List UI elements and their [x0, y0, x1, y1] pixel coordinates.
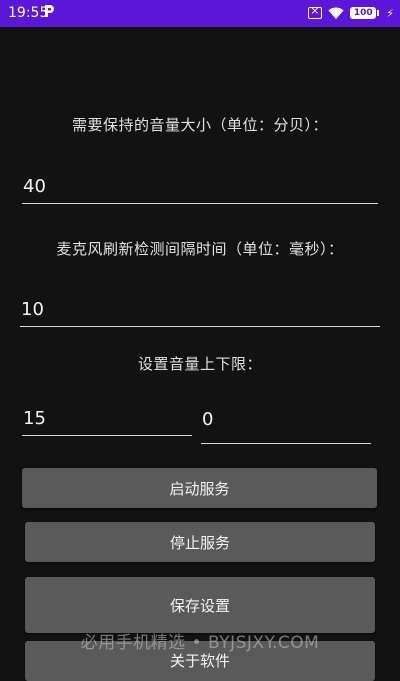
lower-limit-input[interactable]: 15: [22, 400, 192, 436]
upper-limit-input[interactable]: 0: [201, 402, 371, 444]
status-icons: 100 ⚡: [308, 4, 394, 21]
upper-limit-value: 0: [202, 409, 214, 430]
volume-label: 需要保持的音量大小（单位：分贝）：: [71, 116, 328, 134]
interval-input-value: 10: [21, 299, 44, 320]
app-notification-icon: [45, 5, 54, 17]
status-bar: 19:55 100 ⚡: [0, 0, 400, 27]
save-settings-button[interactable]: 保存设置: [25, 577, 375, 633]
battery-level: 100: [350, 7, 377, 19]
volume-input[interactable]: 40: [22, 168, 378, 204]
charging-icon: ⚡: [386, 6, 394, 20]
start-service-button[interactable]: 启动服务: [22, 468, 377, 508]
wifi-icon: [328, 7, 344, 19]
interval-label: 麦克风刷新检测间隔时间（单位：毫秒）：: [56, 240, 344, 258]
stop-service-button[interactable]: 停止服务: [25, 522, 375, 562]
interval-input[interactable]: 10: [20, 291, 380, 327]
no-sim-icon: [308, 4, 323, 19]
battery-icon: 100: [350, 7, 380, 19]
lower-limit-value: 15: [23, 408, 46, 429]
watermark: 必用手机精选 • BYJSJXY.COM: [80, 633, 320, 653]
volume-input-value: 40: [23, 176, 46, 197]
limit-label: 设置音量上下限：: [137, 355, 262, 373]
